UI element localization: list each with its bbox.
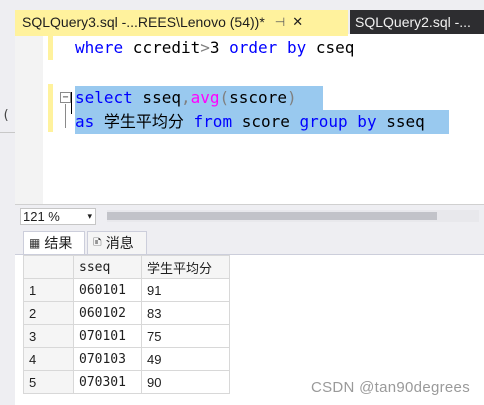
code-token: select [75,88,133,107]
scrollbar-thumb[interactable] [107,212,437,220]
code-token: ) [286,88,297,107]
grid-cell[interactable]: 83 [141,301,230,325]
tab-sqlquery3[interactable]: SQLQuery3.sql -...REES\Lenovo (54))* ⊣ ✕ [15,10,348,34]
grid-cell[interactable]: 90 [141,370,230,394]
code-line: where ccredit>3 order by cseq [75,36,354,60]
row-number[interactable]: 3 [23,324,74,348]
code-token: 3 [209,38,220,57]
code-token: sscore [229,88,287,107]
left-strip-glyph: ( [2,108,10,123]
horizontal-scrollbar[interactable] [107,210,479,222]
watermark: CSDN @tan90degrees [310,379,470,396]
zoom-select[interactable]: 121 % ▾ [20,208,96,225]
code-token: by [277,38,307,57]
table-row[interactable]: 5 070301 90 [23,370,230,394]
pin-icon[interactable]: ⊣ [275,15,285,29]
code-token: 学生平均分 [94,112,184,131]
left-strip-divider [0,132,15,133]
grid-corner-cell[interactable] [23,255,74,279]
editor-gutter [15,36,43,204]
code-line-selected: as 学生平均分 from score group by sseq [75,110,449,134]
code-token: as [75,112,95,131]
editor-status-bar: 121 % ▾ [15,204,484,226]
collapse-icon[interactable]: − [60,92,71,103]
grid-cell[interactable]: 070103 [73,347,142,371]
grid-cell[interactable]: 060101 [73,278,142,302]
grid-cell[interactable]: 75 [141,324,230,348]
change-indicator-bar [48,36,53,60]
tab-messages[interactable]: 🗈 消息 [87,231,147,254]
code-token: avg [190,88,220,107]
zoom-value: 121 % [23,209,60,224]
results-grid[interactable]: sseq 学生平均分 1 060101 91 2 060102 83 3 070… [23,255,230,394]
table-row[interactable]: 3 070101 75 [23,324,230,348]
table-row[interactable]: 1 060101 91 [23,278,230,302]
table-row[interactable]: 2 060102 83 [23,301,230,325]
grid-cell[interactable]: 49 [141,347,230,371]
tab-results-label: 结果 [44,235,73,251]
tab-sqlquery3-label: SQLQuery3.sql -...REES\Lenovo (54))* [22,14,265,30]
row-number[interactable]: 5 [23,370,74,394]
close-icon[interactable]: ✕ [292,14,303,30]
text-caret [71,92,72,114]
results-tab-strip: ▦ 结果 🗈 消息 [15,226,484,254]
row-number[interactable]: 1 [23,278,74,302]
code-token: cseq [306,38,355,57]
code-token: > [200,38,210,57]
grid-cell[interactable]: 070301 [73,370,142,394]
chevron-down-icon[interactable]: ▾ [87,209,92,224]
code-token: where [75,38,124,57]
grid-cell[interactable]: 91 [141,278,230,302]
query-editor[interactable]: − where ccredit>3 order by cseq select s… [15,36,484,204]
grid-header-row: sseq 学生平均分 [23,255,230,279]
grid-icon: ▦ [29,236,41,250]
row-number[interactable]: 4 [23,347,74,371]
table-row[interactable]: 4 070103 49 [23,347,230,371]
code-token: ( [219,88,230,107]
left-side-strip: ( [0,34,15,405]
grid-cell[interactable]: 060102 [73,301,142,325]
tab-sqlquery2[interactable]: SQLQuery2.sql -... [350,10,484,34]
code-token: sseq [376,112,425,131]
tab-sqlquery2-label: SQLQuery2.sql -... [355,14,471,30]
code-token: order [219,38,278,57]
code-token: from [183,112,233,131]
tab-messages-label: 消息 [105,235,134,251]
code-token: score [232,112,290,131]
code-token: group [289,112,348,131]
code-token: ccredit [123,38,201,57]
grid-cell[interactable]: 070101 [73,324,142,348]
row-number[interactable]: 2 [23,301,74,325]
message-icon: 🗈 [93,234,102,249]
change-indicator-bar [48,84,53,132]
code-token: sseq [132,88,181,107]
fold-line [65,104,66,128]
tab-results[interactable]: ▦ 结果 [23,231,85,254]
code-token: , [180,88,191,107]
column-header-avg-score[interactable]: 学生平均分 [141,255,230,279]
code-line-selected: select sseq,avg(sscore) [75,86,323,110]
column-header-sseq[interactable]: sseq [73,255,142,279]
code-token: by [347,112,377,131]
